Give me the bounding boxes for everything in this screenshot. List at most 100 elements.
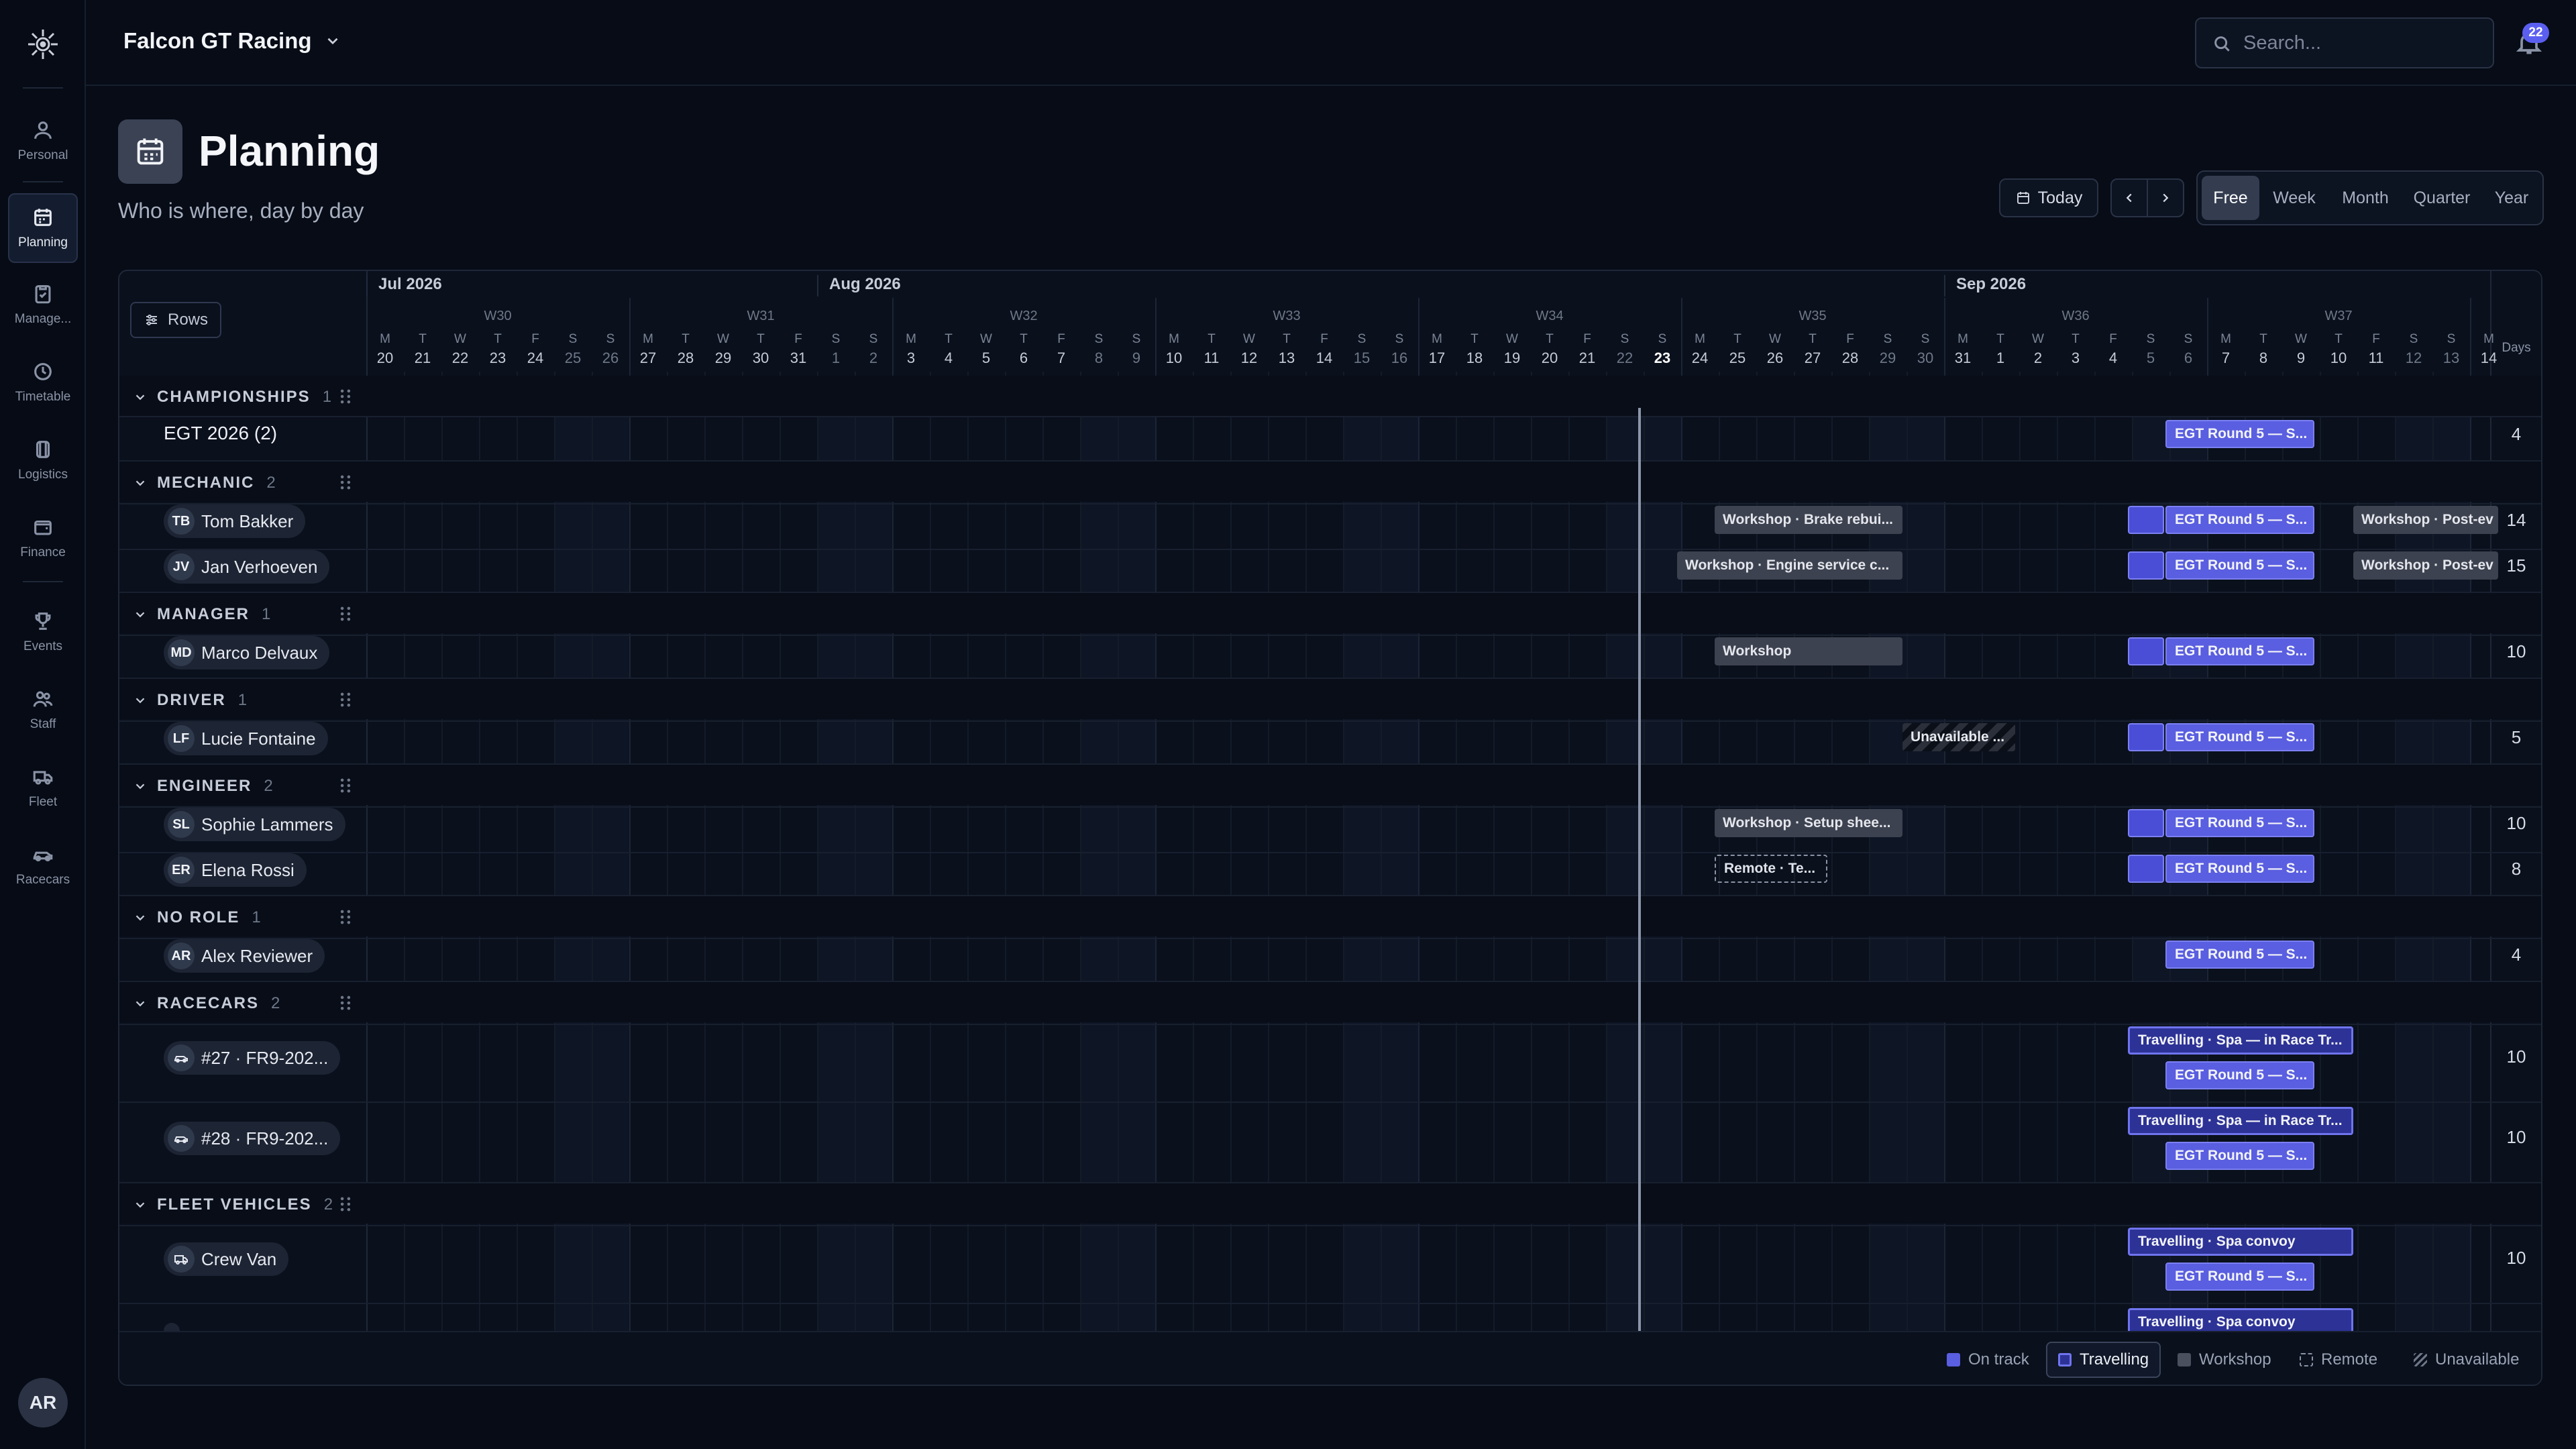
group-fleet-vehicles[interactable]: FLEET VEHICLES 2 — [119, 1183, 2541, 1224]
drag-handle-icon[interactable] — [338, 994, 353, 1012]
legend-workshop[interactable]: Workshop — [2167, 1342, 2282, 1378]
staff-pill-tom-bakker[interactable]: TB Tom Bakker — [164, 504, 306, 538]
event-travelling-marker[interactable] — [2128, 809, 2164, 837]
group-no-role[interactable]: NO ROLE 1 — [119, 896, 2541, 936]
event-egt-round[interactable]: EGT Round 5 — S... — [2165, 637, 2314, 665]
sidebar-item-manage[interactable]: Manage... — [8, 270, 78, 339]
sidebar-item-timetable[interactable]: Timetable — [8, 347, 78, 417]
event-travelling[interactable]: Travelling · Spa — in Race Tr... — [2128, 1026, 2353, 1055]
drag-handle-icon[interactable] — [338, 388, 353, 405]
row-divider — [119, 416, 2541, 417]
staff-pill-marco-delvaux[interactable]: MD Marco Delvaux — [164, 636, 330, 669]
users-icon — [33, 691, 53, 707]
event-egt-round[interactable]: EGT Round 5 — S... — [2165, 855, 2314, 883]
event-travelling-marker[interactable] — [2128, 637, 2164, 665]
event-egt-round[interactable]: EGT Round 5 — S... — [2165, 1061, 2314, 1089]
group-championships[interactable]: CHAMPIONSHIPS 1 — [119, 376, 2541, 416]
event-egt-round[interactable]: EGT Round 5 — S... — [2165, 941, 2314, 969]
van-icon — [168, 1246, 195, 1273]
event-egt-round[interactable]: EGT Round 5 — S... — [2165, 420, 2314, 448]
today-button[interactable]: Today — [1999, 178, 2098, 217]
event-egt-round[interactable]: EGT Round 5 — S... — [2165, 723, 2314, 751]
event-remote[interactable]: Remote · Te... — [1715, 855, 1827, 883]
group-manager[interactable]: MANAGER 1 — [119, 593, 2541, 633]
staff-pill-jan-verhoeven[interactable]: JV Jan Verhoeven — [164, 550, 330, 584]
sidebar-item-personal[interactable]: Personal — [8, 106, 78, 176]
drag-handle-icon[interactable] — [338, 691, 353, 708]
staff-pill-elena-rossi[interactable]: ER Elena Rossi — [164, 853, 307, 887]
group-mechanic[interactable]: MECHANIC 2 — [119, 462, 2541, 502]
event-egt-round[interactable]: EGT Round 5 — S... — [2165, 809, 2314, 837]
legend-travelling[interactable]: Travelling — [2046, 1342, 2161, 1378]
sidebar-item-label: Timetable — [15, 390, 71, 404]
event-workshop[interactable]: Workshop · Engine service c... — [1677, 551, 1902, 580]
legend-remote[interactable]: Remote — [2289, 1342, 2388, 1378]
group-count: 2 — [271, 994, 280, 1012]
group-driver[interactable]: DRIVER 1 — [119, 679, 2541, 719]
next-range-button[interactable] — [2147, 178, 2184, 217]
legend-swatch — [2178, 1353, 2191, 1366]
drag-handle-icon[interactable] — [338, 605, 353, 623]
day-column-header: S 16 — [1381, 330, 1418, 368]
weekday-letter: F — [2372, 332, 2380, 346]
event-workshop[interactable]: Workshop · Setup shee... — [1715, 809, 1902, 837]
sidebar-item-finance[interactable]: Finance — [8, 503, 78, 573]
view-year[interactable]: Year — [2482, 176, 2541, 220]
legend-on-track[interactable]: On track — [1936, 1342, 2040, 1378]
view-quarter[interactable]: Quarter — [2404, 176, 2479, 220]
event-travelling-marker[interactable] — [2128, 723, 2164, 751]
weekday-letter: S — [1883, 332, 1892, 346]
sidebar-item-fleet[interactable]: Fleet — [8, 753, 78, 822]
staff-pill-sophie-lammers[interactable]: SL Sophie Lammers — [164, 808, 345, 841]
sidebar-item-staff[interactable]: Staff — [8, 675, 78, 745]
view-week[interactable]: Week — [2262, 176, 2326, 220]
search-input[interactable]: Search... — [2195, 17, 2494, 68]
drag-handle-icon[interactable] — [338, 908, 353, 926]
event-travelling[interactable]: Travelling · Spa convoy — [2128, 1308, 2353, 1331]
rows-button[interactable]: Rows — [130, 302, 221, 338]
sidebar-item-racecars[interactable]: Racecars — [8, 830, 78, 900]
racecar-pill-28[interactable]: #28 · FR9-202... — [164, 1122, 341, 1155]
drag-handle-icon[interactable] — [338, 777, 353, 794]
event-workshop[interactable]: Workshop · Brake rebui... — [1715, 506, 1902, 534]
event-travelling-marker[interactable] — [2128, 506, 2164, 534]
sidebar-item-planning[interactable]: Planning — [8, 193, 78, 263]
event-egt-round[interactable]: EGT Round 5 — S... — [2165, 506, 2314, 534]
view-free[interactable]: Free — [2202, 176, 2259, 220]
racecar-pill-27[interactable]: #27 · FR9-202... — [164, 1041, 341, 1075]
event-travelling-marker[interactable] — [2128, 855, 2164, 883]
notification-count-badge: 22 — [2522, 23, 2549, 43]
event-egt-round[interactable]: EGT Round 5 — S... — [2165, 551, 2314, 580]
staff-pill-alex-reviewer[interactable]: AR Alex Reviewer — [164, 939, 325, 973]
event-travelling[interactable]: Travelling · Spa — in Race Tr... — [2128, 1107, 2353, 1135]
event-workshop[interactable]: Workshop · Post-ev — [2353, 551, 2498, 580]
event-unavailable[interactable]: Unavailable ... — [1902, 723, 2015, 751]
group-count: 2 — [323, 1195, 333, 1214]
view-month[interactable]: Month — [2329, 176, 2402, 220]
group-label: FLEET VEHICLES — [157, 1195, 312, 1214]
row-divider — [119, 549, 2541, 550]
app-logo-icon[interactable] — [23, 24, 63, 64]
org-switcher[interactable]: Falcon GT Racing — [123, 28, 341, 54]
event-workshop[interactable]: Workshop — [1715, 637, 1902, 665]
staff-pill-lucie-fontaine[interactable]: LF Lucie Fontaine — [164, 722, 328, 755]
group-racecars[interactable]: RACECARS 2 — [119, 982, 2541, 1022]
user-avatar[interactable]: AR — [18, 1378, 68, 1428]
fleet-pill-crew-van[interactable]: Crew Van — [164, 1242, 289, 1276]
championship-row-label[interactable]: EGT 2026 (2) — [164, 423, 277, 444]
day-column-header: F 14 — [1305, 330, 1343, 368]
fleet-pill-truncated[interactable] — [164, 1323, 180, 1331]
event-egt-round[interactable]: EGT Round 5 — S... — [2165, 1263, 2314, 1291]
prev-range-button[interactable] — [2110, 178, 2148, 217]
sidebar-item-logistics[interactable]: Logistics — [8, 425, 78, 495]
event-travelling[interactable]: Travelling · Spa convoy — [2128, 1228, 2353, 1256]
day-column-header: T 20 — [1531, 330, 1568, 368]
drag-handle-icon[interactable] — [338, 1195, 353, 1213]
drag-handle-icon[interactable] — [338, 474, 353, 491]
event-workshop[interactable]: Workshop · Post-ev — [2353, 506, 2498, 534]
event-egt-round[interactable]: EGT Round 5 — S... — [2165, 1142, 2314, 1170]
group-engineer[interactable]: ENGINEER 2 — [119, 765, 2541, 805]
event-travelling-marker[interactable] — [2128, 551, 2164, 580]
legend-unavailable[interactable]: Unavailable — [2403, 1342, 2530, 1378]
sidebar-item-events[interactable]: Events — [8, 597, 78, 667]
